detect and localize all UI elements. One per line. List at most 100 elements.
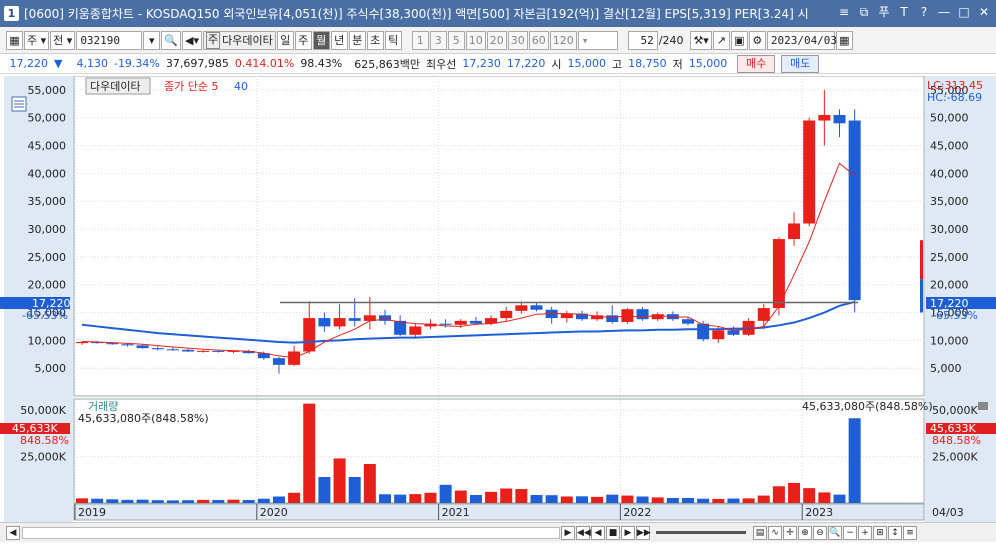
x-axis-year-label: 2021 [442, 506, 470, 519]
count-input[interactable]: 52 [627, 30, 658, 50]
candle-body [318, 318, 331, 327]
sell-button[interactable]: 매도 [781, 54, 820, 73]
chart-type-icon[interactable]: ▤ [753, 525, 767, 540]
volume-bar [742, 498, 755, 503]
help-icon[interactable]: ? [916, 4, 932, 21]
candle-body [606, 315, 619, 322]
date-input[interactable]: 2023/04/03 [766, 30, 837, 50]
scroll-right-icon[interactable]: ▶ [561, 525, 575, 540]
candle-body [166, 349, 179, 351]
volume-bar [409, 494, 422, 503]
zoom-in-icon[interactable]: ⊕ [798, 525, 812, 540]
stop-icon[interactable]: ■ [606, 525, 620, 540]
full-range-icon[interactable]: ⊞ [873, 525, 887, 540]
period-button-0[interactable]: 일 [276, 30, 294, 50]
text-icon[interactable]: T [896, 4, 912, 21]
stock-name-box[interactable]: 주 다우데이타 [203, 30, 276, 50]
down-arrow-icon: ▼ [54, 57, 63, 70]
period-button-1[interactable]: 주 [294, 30, 312, 50]
pin-icon[interactable]: 푸 [876, 4, 892, 21]
left-price-tick-label: 30,000 [28, 223, 67, 236]
interval-button-5[interactable]: 30 [507, 30, 528, 50]
stock-code-input[interactable]: 032190 [76, 30, 143, 50]
first-page-icon[interactable]: ◀◀ [576, 525, 591, 540]
app-number-icon[interactable]: 1 [4, 6, 19, 21]
period-unit-select[interactable]: 주 ▾ [24, 30, 50, 50]
candle-body [697, 323, 710, 340]
search-icon[interactable]: 🔍 [161, 30, 182, 50]
settings-icon[interactable]: ⚙ [748, 30, 766, 50]
zoom-icon[interactable]: 🔍 [828, 525, 842, 540]
next-page-icon[interactable]: ▶ [621, 525, 635, 540]
buy-button[interactable]: 매수 [737, 54, 776, 73]
candle-body [636, 309, 649, 320]
right-volume-tick-label: 25,000K [932, 451, 978, 464]
zoom-out-icon[interactable]: ⊖ [813, 525, 827, 540]
volume-bar [257, 498, 270, 503]
speaker-icon[interactable]: ◀▾ [182, 30, 202, 50]
bid-price: 17,220 [506, 57, 546, 70]
candle-body [121, 344, 134, 346]
minus-icon[interactable]: − [843, 525, 857, 540]
interval-button-7[interactable]: 120 [549, 30, 577, 50]
interval-input[interactable]: ▾ [577, 30, 618, 50]
period-button-3[interactable]: 년 [330, 30, 348, 50]
volume-bar [439, 484, 452, 503]
market-select[interactable]: 전 ▾ [50, 30, 76, 50]
period-button-6[interactable]: 틱 [384, 30, 402, 50]
left-price-tick-label: 20,000 [28, 279, 67, 292]
interval-button-6[interactable]: 60 [528, 30, 549, 50]
chart-scroll-track[interactable] [22, 526, 560, 539]
candle-body [833, 114, 846, 124]
minimize-all-icon[interactable]: ≡ [836, 4, 852, 21]
draw-icon[interactable]: ↗ [712, 30, 730, 50]
line-type-icon[interactable]: ∿ [768, 525, 782, 540]
x-right-label: 04/03 [932, 506, 964, 519]
last-page-icon[interactable]: ▶▶ [636, 525, 651, 540]
save-icon[interactable]: ▣ [730, 30, 748, 50]
chart-canvas[interactable]: 55,000 50,000 45,000 40,000 35,000 30,000 25,0… [0, 75, 996, 522]
period-buttons: 일주월년분초틱 [276, 30, 402, 50]
candle-body [439, 323, 452, 325]
stock-chart[interactable]: 55,000 50,000 45,000 40,000 35,000 30,000 25,0… [0, 75, 996, 524]
toolbox-icon[interactable] [11, 96, 27, 112]
plus-icon[interactable]: + [858, 525, 872, 540]
ask-price: 17,230 [462, 57, 501, 70]
left-price-tick-label: 10,000 [28, 334, 67, 347]
interval-button-3[interactable]: 10 [465, 30, 486, 50]
interval-button-0[interactable]: 1 [411, 30, 429, 50]
code-dropdown-icon[interactable]: ▾ [143, 30, 161, 50]
interval-button-1[interactable]: 3 [429, 30, 447, 50]
volume-bar [833, 494, 846, 503]
scroll-left-icon[interactable]: ◀ [6, 525, 20, 540]
prev-page-icon[interactable]: ◀ [591, 525, 605, 540]
price-change-pct: -19.34% [113, 57, 160, 70]
interval-button-4[interactable]: 20 [486, 30, 507, 50]
chart-layout-icon[interactable]: ▦ [6, 30, 23, 50]
tools-icon[interactable]: ⚒▾ [690, 30, 712, 50]
calendar-icon[interactable]: ▦ [835, 30, 853, 50]
volume-bar [197, 499, 210, 503]
interval-button-2[interactable]: 5 [447, 30, 465, 50]
candle-body [515, 305, 528, 311]
candle-body [151, 348, 164, 350]
right-volume-tick-label: 50,000K [932, 404, 978, 417]
period-button-5[interactable]: 초 [366, 30, 384, 50]
period-button-4[interactable]: 분 [348, 30, 366, 50]
restore-icon[interactable]: □ [956, 4, 972, 21]
cross-icon[interactable]: ✛ [783, 525, 797, 540]
candle-body [182, 349, 195, 352]
right-price-tick-label: 20,000 [930, 279, 969, 292]
close-icon[interactable]: ✕ [976, 4, 992, 21]
period-button-2[interactable]: 월 [312, 30, 330, 50]
volume-bar [848, 418, 861, 503]
zoom-slider[interactable] [656, 531, 746, 534]
volume-panel-close-icon[interactable] [978, 402, 988, 410]
right-price-tick-label: 50,000 [930, 112, 969, 125]
candle-body [727, 330, 740, 335]
window-list-icon[interactable]: ⧉ [856, 4, 872, 21]
minimize-icon[interactable]: — [936, 4, 952, 21]
more-icon[interactable]: ≡ [903, 525, 917, 540]
pan-icon[interactable]: ↕ [888, 525, 902, 540]
candle-body [848, 120, 861, 301]
